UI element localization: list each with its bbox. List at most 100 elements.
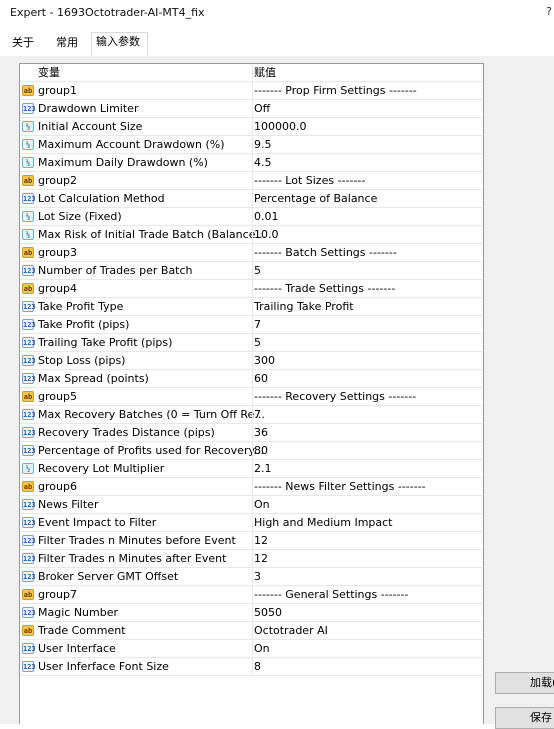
parameter-value[interactable]: 4.5 bbox=[254, 154, 479, 171]
parameter-value[interactable]: Octotrader AI bbox=[254, 622, 479, 639]
parameter-value[interactable]: On bbox=[254, 640, 479, 657]
parameter-value[interactable]: 80 bbox=[254, 442, 479, 459]
parameter-row[interactable]: 123 User Inferface Font Size 8 bbox=[20, 658, 483, 676]
parameter-row[interactable]: 123 Filter Trades n Minutes before Event 1… bbox=[20, 532, 483, 550]
load-button[interactable]: 加载( bbox=[495, 672, 554, 694]
parameter-value[interactable]: High and Medium Impact bbox=[254, 514, 479, 531]
parameter-name: Trailing Take Profit (pips) bbox=[38, 336, 173, 349]
parameter-row[interactable]: ½ Initial Account Size 100000.0 bbox=[20, 118, 483, 136]
parameter-value[interactable]: 2.1 bbox=[254, 460, 479, 477]
double-type-icon: ½ bbox=[22, 139, 34, 150]
string-type-icon: ab bbox=[22, 391, 34, 402]
double-type-icon: ½ bbox=[22, 157, 34, 168]
parameter-name: Stop Loss (pips) bbox=[38, 354, 126, 367]
parameter-value[interactable]: On bbox=[254, 496, 479, 513]
parameter-row[interactable]: ab group5 ------- Recovery Settings ------… bbox=[20, 388, 483, 406]
parameter-row[interactable]: ½ Lot Size (Fixed) 0.01 bbox=[20, 208, 483, 226]
parameter-value[interactable]: 60 bbox=[254, 370, 479, 387]
parameter-value[interactable]: 8 bbox=[254, 658, 479, 675]
integer-type-icon: 123 bbox=[22, 661, 36, 672]
string-type-icon: ab bbox=[22, 175, 34, 186]
parameter-value[interactable]: 5 bbox=[254, 262, 479, 279]
parameter-row[interactable]: ab group7 ------- General Settings ------- bbox=[20, 586, 483, 604]
parameter-row[interactable]: ab group1 ------- Prop Firm Settings -----… bbox=[20, 82, 483, 100]
parameter-value[interactable]: Trailing Take Profit bbox=[254, 298, 479, 315]
integer-type-icon: 123 bbox=[22, 319, 36, 330]
integer-type-icon: 123 bbox=[22, 571, 36, 582]
parameter-row[interactable]: ½ Maximum Daily Drawdown (%) 4.5 bbox=[20, 154, 483, 172]
parameter-row[interactable]: 123 Percentage of Profits used for Recove… bbox=[20, 442, 483, 460]
column-divider bbox=[252, 82, 253, 99]
help-icon[interactable]: ? bbox=[546, 5, 552, 18]
integer-type-icon: 123 bbox=[22, 427, 36, 438]
parameter-name: Recovery Lot Multiplier bbox=[38, 462, 165, 475]
integer-type-icon: 123 bbox=[22, 607, 36, 618]
parameter-name: Event Impact to Filter bbox=[38, 516, 157, 529]
parameter-row[interactable]: 123 Max Recovery Batches (0 = Turn Off Re… bbox=[20, 406, 483, 424]
parameter-name: Number of Trades per Batch bbox=[38, 264, 193, 277]
parameter-value[interactable]: 12 bbox=[254, 532, 479, 549]
parameter-value[interactable]: ------- General Settings ------- bbox=[254, 586, 479, 603]
parameter-row[interactable]: ab group2 ------- Lot Sizes ------- bbox=[20, 172, 483, 190]
tab-about[interactable]: 关于 bbox=[8, 34, 38, 56]
parameter-row[interactable]: 123 Stop Loss (pips) 300 bbox=[20, 352, 483, 370]
parameter-value[interactable]: 5050 bbox=[254, 604, 479, 621]
parameter-value[interactable]: ------- News Filter Settings ------- bbox=[254, 478, 479, 495]
parameter-row[interactable]: 123 Recovery Trades Distance (pips) 36 bbox=[20, 424, 483, 442]
parameter-row[interactable]: 123 Event Impact to Filter High and Medium… bbox=[20, 514, 483, 532]
string-type-icon: ab bbox=[22, 589, 34, 600]
parameter-row[interactable]: 123 Trailing Take Profit (pips) 5 bbox=[20, 334, 483, 352]
parameter-value[interactable]: ------- Prop Firm Settings ------- bbox=[254, 82, 479, 99]
parameter-value[interactable]: Percentage of Balance bbox=[254, 190, 479, 207]
double-type-icon: ½ bbox=[22, 211, 34, 222]
parameter-row[interactable]: 123 Number of Trades per Batch 5 bbox=[20, 262, 483, 280]
parameter-value[interactable]: ------- Recovery Settings ------- bbox=[254, 388, 479, 405]
parameter-value[interactable]: 5 bbox=[254, 334, 479, 351]
parameter-value[interactable]: 12 bbox=[254, 550, 479, 567]
integer-type-icon: 123 bbox=[22, 553, 36, 564]
parameter-row[interactable]: 123 Drawdown Limiter Off bbox=[20, 100, 483, 118]
parameter-name: Recovery Trades Distance (pips) bbox=[38, 426, 215, 439]
parameter-row[interactable]: 123 User Interface On bbox=[20, 640, 483, 658]
parameter-value[interactable]: 36 bbox=[254, 424, 479, 441]
parameter-row[interactable]: 123 Max Spread (points) 60 bbox=[20, 370, 483, 388]
parameter-row[interactable]: ½ Max Risk of Initial Trade Batch (Balanc… bbox=[20, 226, 483, 244]
parameter-value[interactable]: 10.0 bbox=[254, 226, 479, 243]
inputs-panel: 变量 赋值 ab group1 ------- Prop Firm Settings… bbox=[0, 56, 554, 729]
parameter-value[interactable]: ------- Trade Settings ------- bbox=[254, 280, 479, 297]
parameter-value[interactable]: ------- Batch Settings ------- bbox=[254, 244, 479, 261]
parameter-value[interactable]: 100000.0 bbox=[254, 118, 479, 135]
parameter-row[interactable]: ½ Recovery Lot Multiplier 2.1 bbox=[20, 460, 483, 478]
parameter-value[interactable]: ------- Lot Sizes ------- bbox=[254, 172, 479, 189]
parameter-value[interactable]: 0.01 bbox=[254, 208, 479, 225]
parameter-row[interactable]: 123 Broker Server GMT Offset 3 bbox=[20, 568, 483, 586]
parameter-value[interactable]: 7 bbox=[254, 406, 479, 423]
parameter-row[interactable]: ab group6 ------- News Filter Settings ---… bbox=[20, 478, 483, 496]
integer-type-icon: 123 bbox=[22, 265, 36, 276]
parameter-row[interactable]: ab group3 ------- Batch Settings ------- bbox=[20, 244, 483, 262]
parameter-row[interactable]: 123 Take Profit (pips) 7 bbox=[20, 316, 483, 334]
parameter-row[interactable]: 123 News Filter On bbox=[20, 496, 483, 514]
column-divider[interactable] bbox=[252, 64, 253, 81]
column-divider bbox=[252, 118, 253, 135]
parameter-row[interactable]: ½ Maximum Account Drawdown (%) 9.5 bbox=[20, 136, 483, 154]
parameter-name: group5 bbox=[38, 390, 77, 403]
tab-inputs[interactable]: 输入参数 bbox=[91, 32, 148, 57]
parameter-row[interactable]: 123 Magic Number 5050 bbox=[20, 604, 483, 622]
parameter-row[interactable]: 123 Filter Trades n Minutes after Event 12 bbox=[20, 550, 483, 568]
parameter-value[interactable]: 7 bbox=[254, 316, 479, 333]
variable-column-header[interactable]: 变量 bbox=[38, 64, 266, 81]
parameter-value[interactable]: 300 bbox=[254, 352, 479, 369]
parameter-name: Max Risk of Initial Trade Batch (Balance… bbox=[38, 228, 266, 241]
parameter-value[interactable]: Off bbox=[254, 100, 479, 117]
parameter-row[interactable]: 123 Take Profit Type Trailing Take Profit bbox=[20, 298, 483, 316]
string-type-icon: ab bbox=[22, 247, 34, 258]
save-button[interactable]: 保存 bbox=[495, 707, 554, 729]
parameter-value[interactable]: 3 bbox=[254, 568, 479, 585]
tab-common[interactable]: 常用 bbox=[52, 34, 82, 56]
parameter-row[interactable]: ab Trade Comment Octotrader AI bbox=[20, 622, 483, 640]
parameter-value[interactable]: 9.5 bbox=[254, 136, 479, 153]
parameter-row[interactable]: ab group4 ------- Trade Settings ------- bbox=[20, 280, 483, 298]
parameter-row[interactable]: 123 Lot Calculation Method Percentage of B… bbox=[20, 190, 483, 208]
value-column-header[interactable]: 赋值 bbox=[254, 64, 479, 81]
